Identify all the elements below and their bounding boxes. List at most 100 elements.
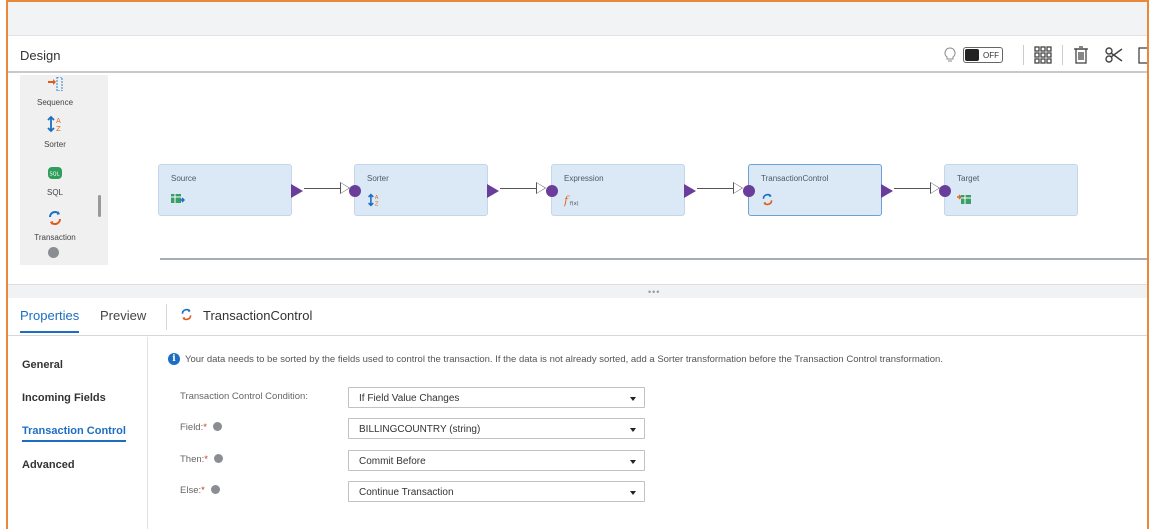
field-row-condition: Transaction Control Condition: If Field … (172, 387, 652, 409)
select-value: If Field Value Changes (359, 393, 460, 404)
selected-object-name: TransactionControl (203, 308, 313, 323)
palette-item-sorter[interactable]: AZ Sorter (20, 115, 90, 149)
help-icon[interactable] (214, 454, 223, 463)
palette-item-label: Sequence (36, 98, 74, 107)
link-arrow-fill (537, 183, 545, 193)
node-source[interactable]: Source (158, 164, 303, 216)
window-frame: Design OFF Sequence A Z Sorter SQL SQL T… (6, 0, 1149, 529)
sequence-icon (48, 76, 63, 92)
field-select[interactable]: BILLINGCOUNTRY (string) (348, 418, 645, 439)
svg-text:Z: Z (56, 125, 61, 133)
divider (1062, 45, 1063, 65)
sidebar-item-incoming-fields[interactable]: Incoming Fields (22, 392, 106, 404)
palette-item-label: SQL (46, 188, 63, 197)
else-select[interactable]: Continue Transaction (348, 481, 645, 502)
drag-handle-icon[interactable]: ••• (648, 287, 660, 297)
select-value: BILLINGCOUNTRY (string) (359, 424, 481, 435)
tab-properties[interactable]: Properties (20, 308, 80, 333)
sorter-icon: AZ (47, 115, 61, 133)
trash-icon[interactable] (1073, 43, 1089, 67)
help-icon[interactable] (210, 485, 220, 494)
link-line (894, 188, 932, 189)
transaction-icon (49, 211, 61, 225)
transaction-icon (761, 193, 774, 209)
node-sorter[interactable]: Sorter AZ (349, 164, 499, 216)
link-line (304, 188, 342, 189)
output-port[interactable] (487, 184, 499, 198)
condition-select[interactable]: If Field Value Changes (348, 387, 645, 408)
link-arrow-fill (931, 183, 939, 193)
input-port[interactable] (743, 185, 755, 197)
chevron-down-icon (630, 491, 636, 495)
info-icon: i (168, 353, 180, 365)
lightbulb-icon[interactable] (943, 43, 957, 67)
input-port[interactable] (349, 185, 361, 197)
field-label: Else:* (180, 485, 220, 496)
sorter-icon: AZ (367, 193, 381, 210)
link-line (500, 188, 538, 189)
divider (1023, 45, 1024, 65)
palette-item-label: Sorter (44, 140, 66, 149)
toolbar: OFF (943, 43, 1147, 67)
select-value: Continue Transaction (359, 487, 454, 498)
design-header: Design OFF (8, 37, 1147, 73)
palette-scrollbar[interactable] (98, 195, 101, 217)
chevron-down-icon (630, 428, 636, 432)
output-port[interactable] (684, 184, 696, 198)
info-text: Your data needs to be sorted by the fiel… (185, 353, 943, 365)
panel-splitter[interactable]: ••• (8, 284, 1147, 298)
page-title: Design (20, 48, 61, 63)
svg-text:f(x): f(x) (570, 201, 579, 207)
then-select[interactable]: Commit Before (348, 450, 645, 471)
output-port[interactable] (291, 184, 303, 198)
palette-item-sql[interactable]: SQL SQL (20, 165, 90, 197)
link-arrow-fill (341, 183, 349, 193)
link-arrow-fill (734, 183, 742, 193)
sidebar-item-transaction-control[interactable]: Transaction Control (22, 425, 126, 442)
more-icon[interactable] (48, 247, 59, 258)
transaction-control-panel: i Your data needs to be sorted by the fi… (148, 337, 1147, 529)
node-label: TransactionControl (761, 174, 829, 183)
svg-text:A: A (375, 195, 379, 201)
field-label: Transaction Control Condition: (180, 391, 308, 402)
node-label: Sorter (367, 174, 389, 183)
input-port[interactable] (939, 185, 951, 197)
svg-text:Z: Z (375, 201, 379, 207)
sidebar-item-general[interactable]: General (22, 359, 63, 371)
sql-icon: SQL (48, 167, 62, 179)
node-label: Target (957, 174, 980, 183)
field-row-then: Then:* Commit Before (172, 450, 652, 472)
node-expression[interactable]: Expression f f(x) (546, 164, 696, 216)
field-row-field: Field:* BILLINGCOUNTRY (string) (172, 418, 652, 440)
divider (166, 304, 167, 330)
properties-sidebar: General Incoming Fields Transaction Cont… (8, 337, 148, 529)
chevron-down-icon (630, 460, 636, 464)
toggle-knob (965, 49, 979, 61)
input-port[interactable] (546, 185, 558, 197)
target-icon (957, 193, 971, 208)
node-label: Source (171, 174, 197, 183)
tab-preview[interactable]: Preview (100, 308, 146, 323)
field-label: Field:* (180, 422, 222, 433)
svg-text:A: A (56, 117, 61, 125)
auto-toggle[interactable]: OFF (963, 47, 1003, 63)
transformation-palette: Sequence AZ Sorter SQL SQL Transaction (20, 75, 108, 265)
scissors-icon[interactable] (1105, 43, 1123, 67)
canvas-divider (160, 258, 1147, 260)
copy-icon[interactable] (1137, 43, 1147, 67)
toggle-label: OFF (983, 50, 999, 60)
field-label: Then:* (180, 454, 223, 465)
select-value: Commit Before (359, 456, 426, 467)
node-transaction-control[interactable]: TransactionControl (743, 164, 893, 216)
palette-item-sequence[interactable]: Sequence (20, 76, 90, 107)
sidebar-item-advanced[interactable]: Advanced (22, 459, 75, 471)
node-target[interactable]: Target (939, 164, 1078, 216)
palette-item-transaction[interactable]: Transaction (20, 210, 90, 242)
svg-text:SQL: SQL (50, 172, 60, 178)
transaction-icon (180, 308, 193, 324)
output-port[interactable] (881, 184, 893, 198)
source-icon (171, 193, 185, 208)
grid-icon[interactable] (1034, 43, 1052, 67)
help-icon[interactable] (212, 422, 222, 431)
link-line (697, 188, 735, 189)
